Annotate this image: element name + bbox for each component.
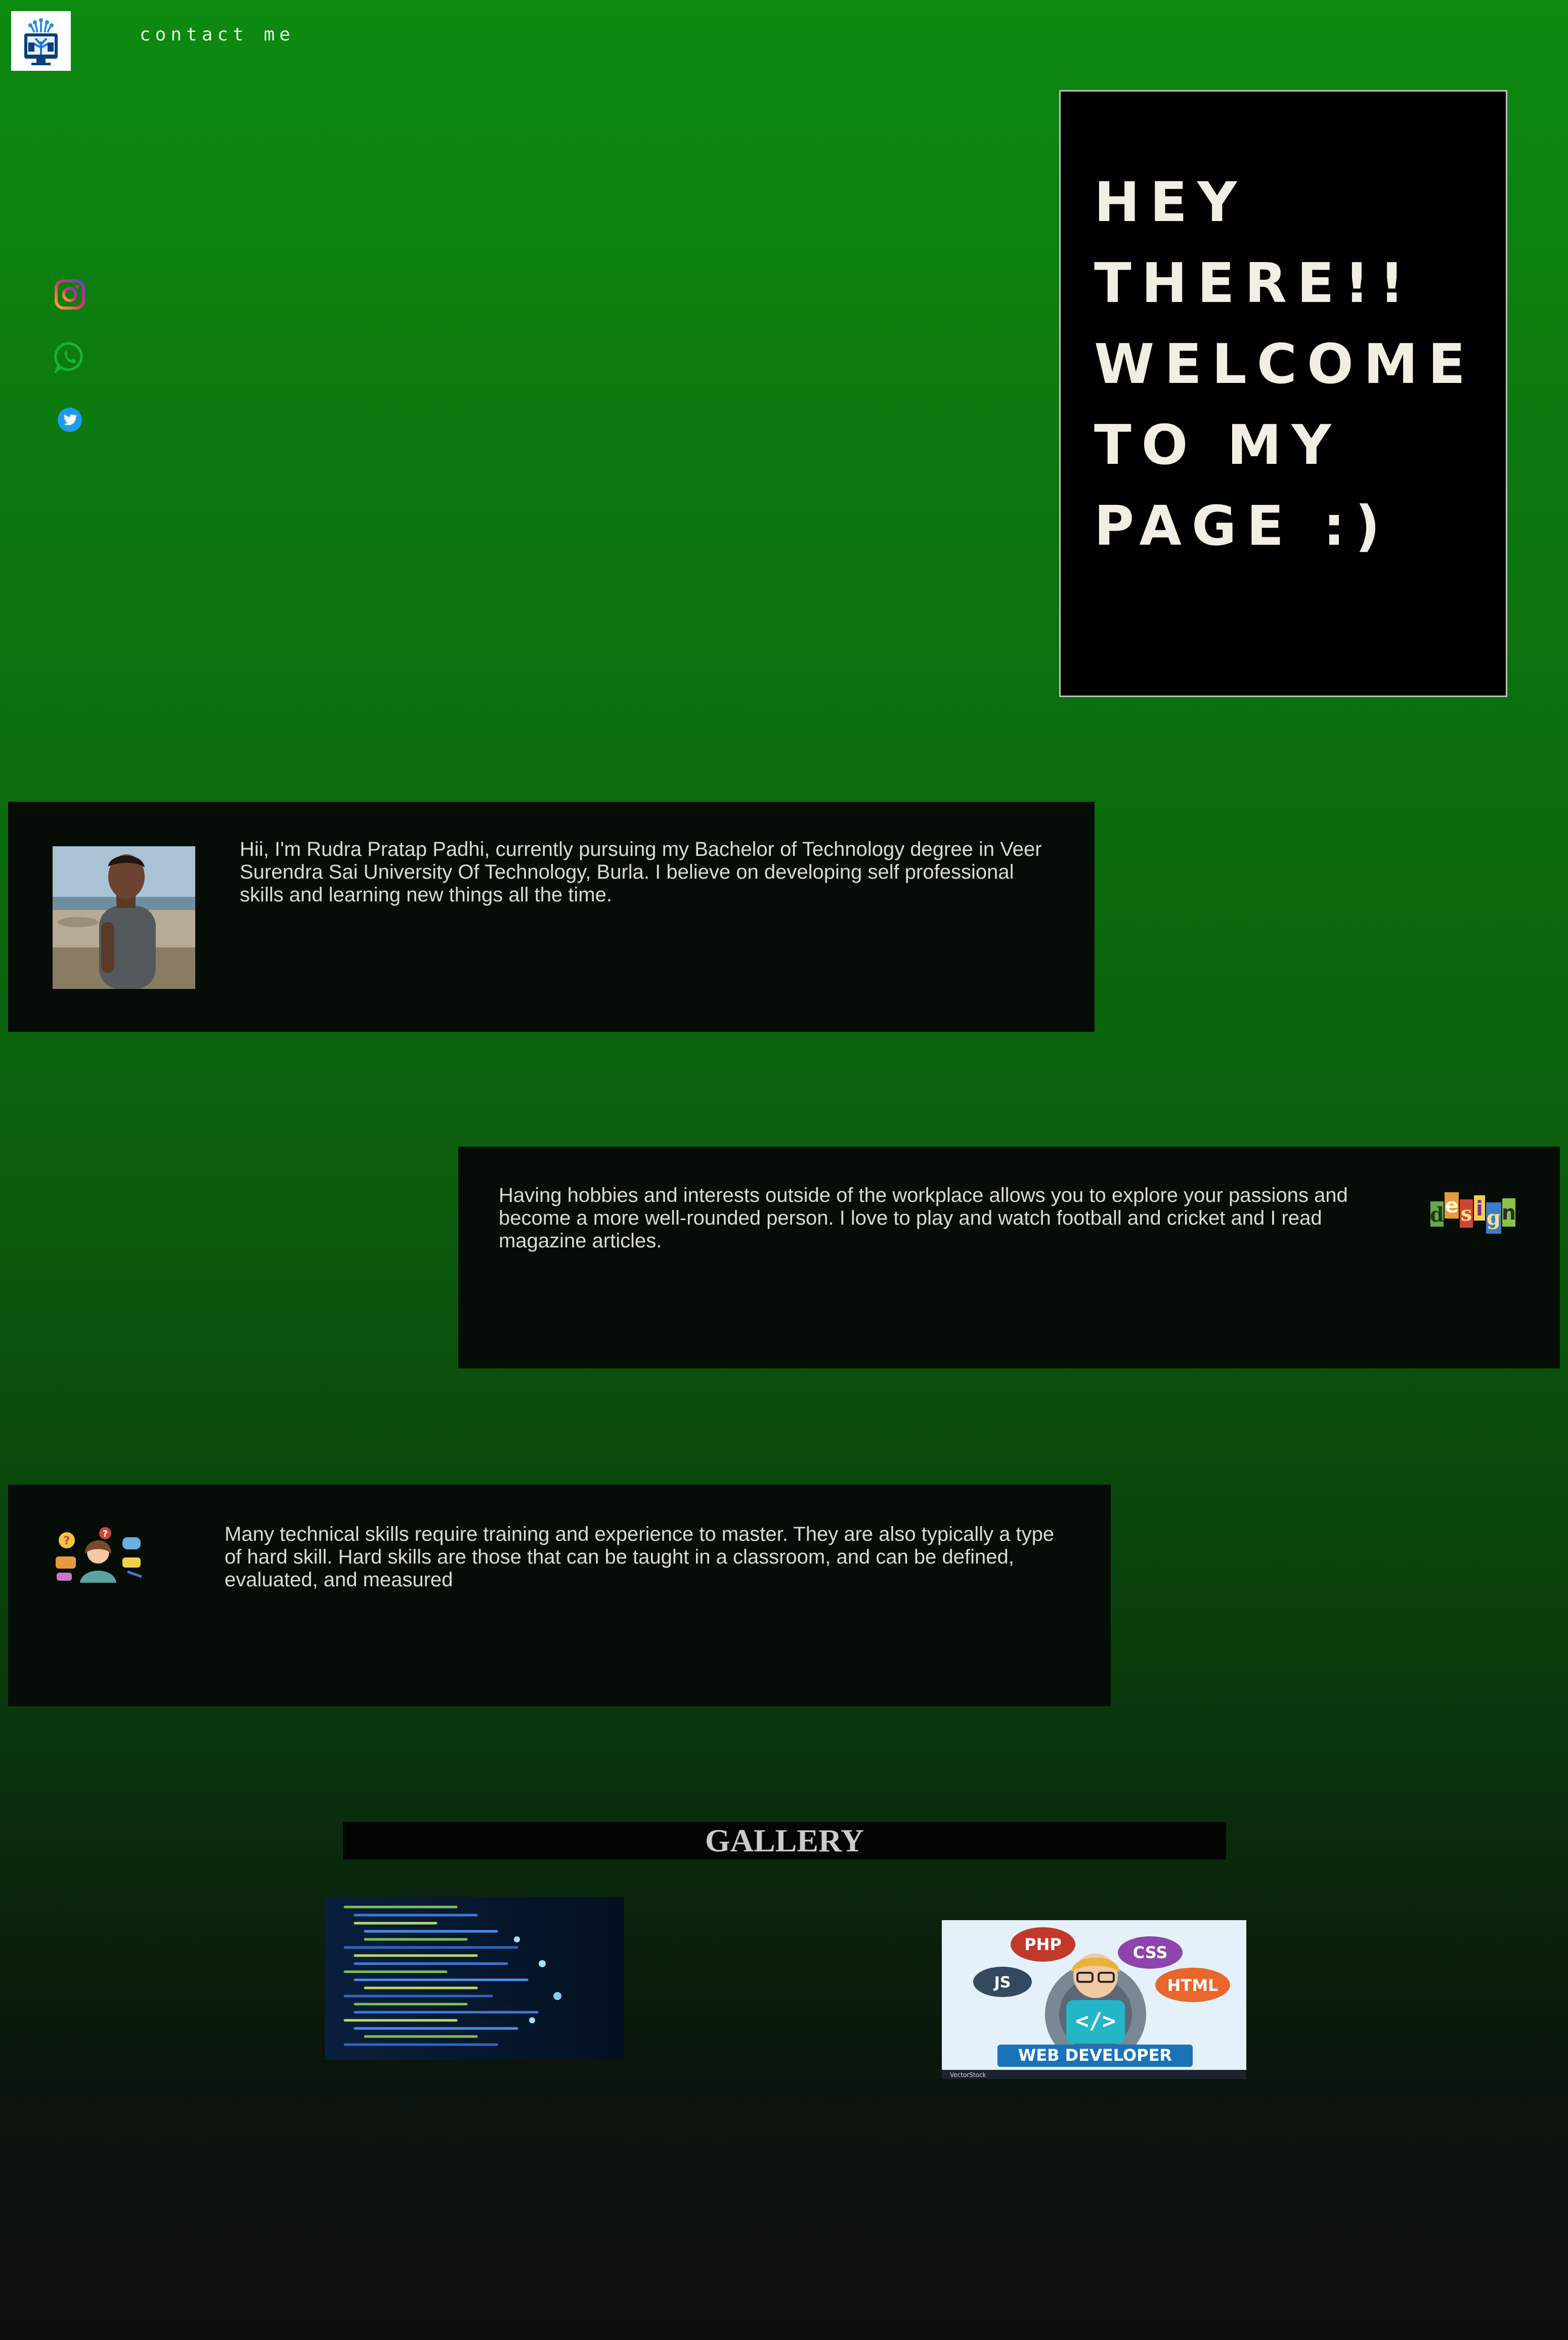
skills-card: ? ? Many technical skills require traini…: [8, 1485, 1111, 1706]
whatsapp-link[interactable]: [53, 340, 87, 374]
web-developer-illustration: PHP CSS JS HTML </> WEB DEVELOPER Vector…: [942, 1920, 1246, 2079]
svg-text:?: ?: [103, 1529, 108, 1539]
gallery-header: GALLERY: [343, 1822, 1226, 1859]
css-badge: CSS: [1133, 1943, 1168, 1962]
nav-contact-link[interactable]: contact me: [140, 24, 295, 45]
site-logo[interactable]: [11, 11, 71, 71]
html-badge: HTML: [1167, 1976, 1218, 1995]
hobbies-card: Having hobbies and interests outside of …: [458, 1147, 1560, 1368]
vectorstock-watermark: VectorStock: [950, 2071, 986, 2078]
svg-text:g: g: [1487, 1206, 1501, 1230]
whatsapp-icon: [54, 342, 83, 373]
web-developer-banner: WEB DEVELOPER: [1018, 2046, 1172, 2065]
thinking-person-icon: ? ?: [56, 1527, 142, 1583]
php-badge: PHP: [1024, 1935, 1062, 1954]
profile-photo: [53, 846, 195, 989]
gallery-image-web-developer[interactable]: PHP CSS JS HTML </> WEB DEVELOPER Vector…: [942, 1920, 1246, 2079]
code-screen-image: [325, 1897, 624, 2060]
skills-image: ? ?: [52, 1526, 145, 1583]
hero-title: HEY THERE!! WELCOME TO MY PAGE :): [1094, 171, 1476, 558]
svg-text:?: ?: [64, 1535, 70, 1547]
svg-text:s: s: [1461, 1202, 1472, 1226]
instagram-icon: [55, 279, 85, 310]
about-card: Hii, I'm Rudra Pratap Padhi, currently p…: [8, 802, 1095, 1032]
person-on-beach-photo: [53, 846, 195, 989]
design-image: d e s i g n: [1428, 1188, 1517, 1237]
svg-text:e: e: [1445, 1194, 1458, 1218]
monitor-tree-logo-icon: [24, 18, 58, 65]
hobbies-text: Having hobbies and interests outside of …: [499, 1184, 1348, 1252]
svg-text:d: d: [1430, 1203, 1444, 1227]
code-symbol: </>: [1075, 2008, 1115, 2034]
skills-text: Many technical skills require training a…: [225, 1523, 1055, 1591]
about-text: Hii, I'm Rudra Pratap Padhi, currently p…: [240, 838, 1042, 906]
instagram-link[interactable]: [53, 277, 87, 312]
design-letters-icon: d e s i g n: [1430, 1192, 1516, 1234]
twitter-icon: [58, 408, 82, 432]
gallery-title: GALLERY: [705, 1823, 864, 1858]
svg-text:n: n: [1502, 1201, 1516, 1225]
js-badge: JS: [993, 1974, 1011, 1991]
gallery-image-code[interactable]: [325, 1897, 624, 2060]
hero-welcome-box: HEY THERE!! WELCOME TO MY PAGE :): [1059, 90, 1507, 697]
twitter-link[interactable]: [53, 403, 87, 437]
svg-text:i: i: [1476, 1197, 1483, 1221]
